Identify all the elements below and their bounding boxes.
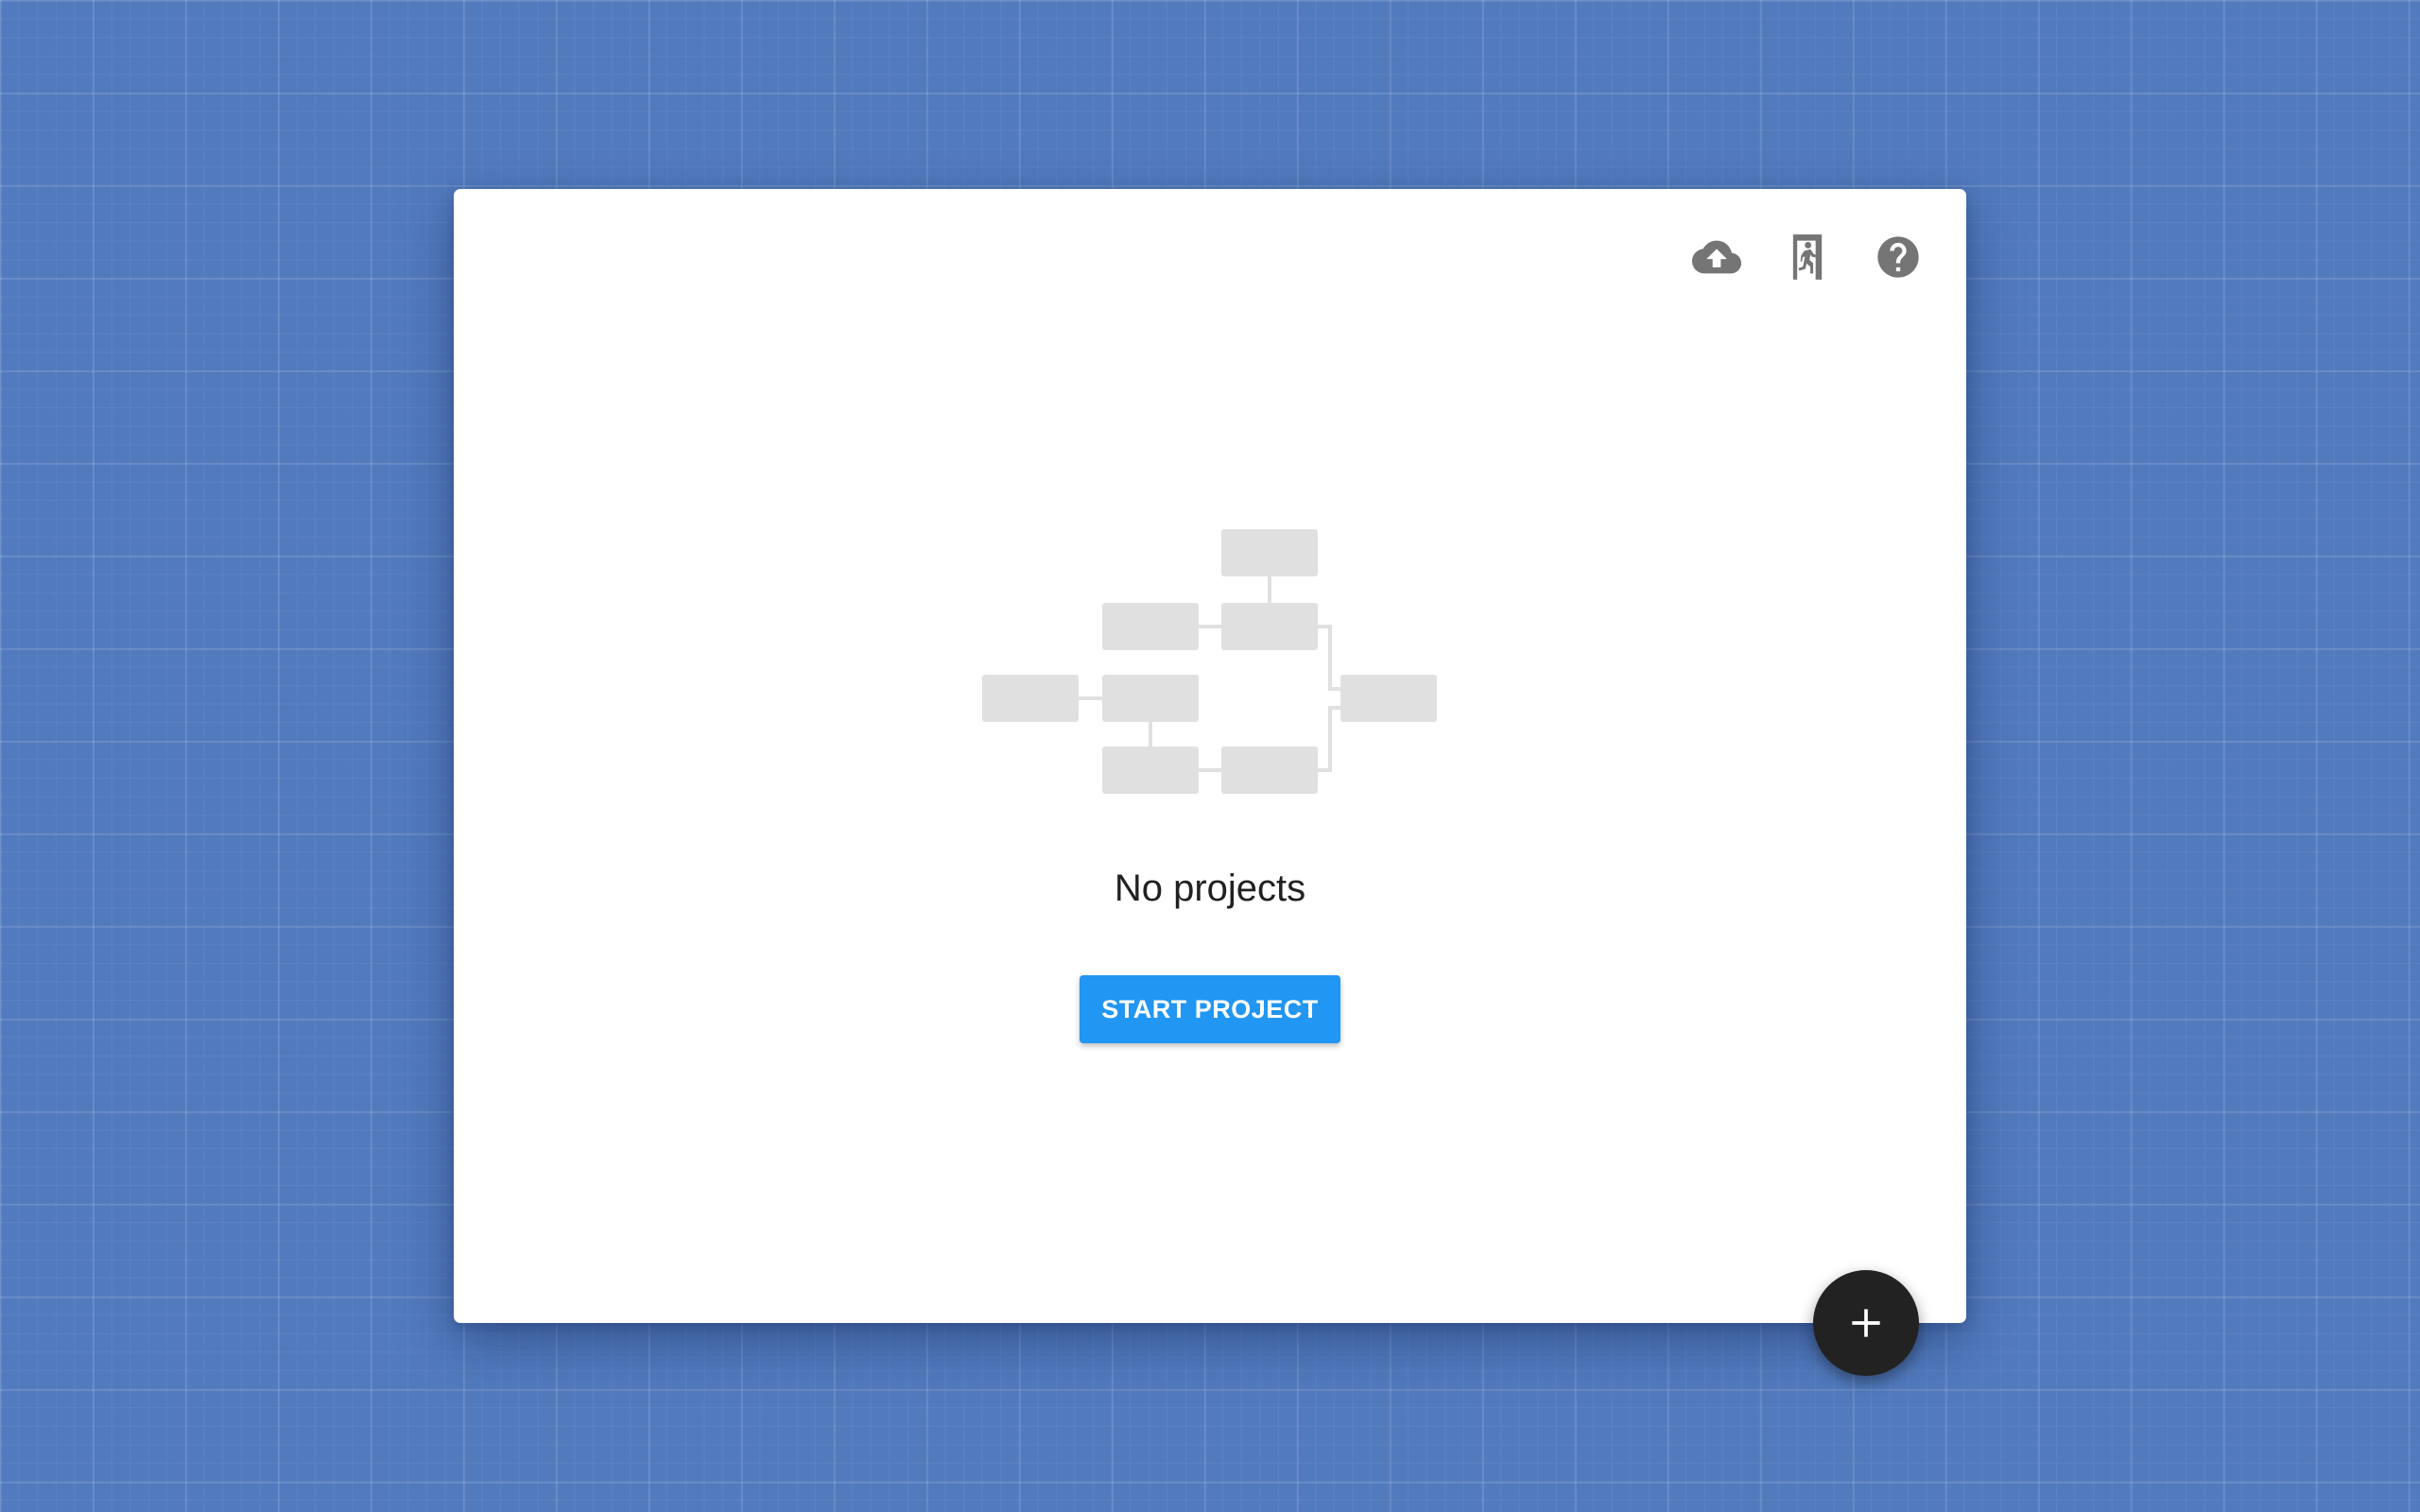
diagram-box (1340, 675, 1437, 722)
empty-diagram-illustration (982, 529, 1437, 794)
diagram-box (1221, 529, 1318, 576)
projects-card: No projects START PROJECT (454, 189, 1966, 1323)
exit-button[interactable] (1781, 231, 1834, 284)
empty-state-title: No projects (1114, 868, 1306, 909)
cloud-upload-button[interactable] (1690, 231, 1743, 284)
exit-icon (1792, 234, 1823, 280)
plus-icon (1852, 1309, 1880, 1337)
diagram-box (1221, 603, 1318, 650)
cloud-upload-icon (1692, 240, 1741, 274)
toolbar (1690, 231, 1925, 284)
add-project-fab[interactable] (1813, 1270, 1919, 1376)
diagram-box (982, 675, 1079, 722)
diagram-box (1102, 747, 1199, 794)
start-project-button[interactable]: START PROJECT (1080, 975, 1340, 1043)
diagram-box (1102, 603, 1199, 650)
diagram-box (1221, 747, 1318, 794)
help-icon (1877, 236, 1919, 278)
diagram-box (1102, 675, 1199, 722)
help-button[interactable] (1872, 231, 1925, 284)
